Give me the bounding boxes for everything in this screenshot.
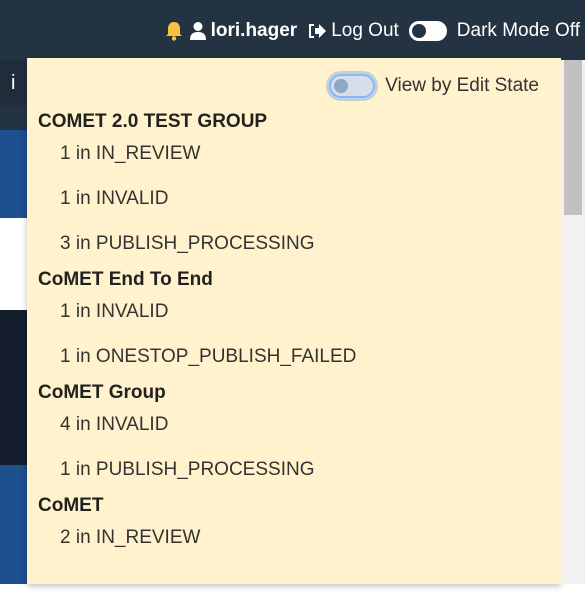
navbar-user-controls: lori.hager Log Out Dark Mode Off <box>165 18 580 44</box>
notifications-dropdown: View by Edit State COMET 2.0 TEST GROUP … <box>27 58 561 584</box>
user-icon <box>189 21 207 41</box>
page-banner-fragment <box>0 130 30 218</box>
group-item[interactable]: 1 in INVALID <box>38 300 561 324</box>
group-title: CoMET End To End <box>38 269 213 290</box>
group-title: CoMET <box>38 495 104 516</box>
group-comet: CoMET 2 in IN_REVIEW <box>38 494 561 550</box>
group-item[interactable]: 1 in IN_REVIEW <box>38 142 561 166</box>
top-navbar: lori.hager Log Out Dark Mode Off <box>0 0 585 60</box>
view-by-edit-state-toggle[interactable] <box>329 74 376 98</box>
page-title-fragment: i <box>11 72 16 94</box>
group-item[interactable]: 1 in ONESTOP_PUBLISH_FAILED <box>38 345 561 369</box>
page-image-fragment <box>0 310 30 465</box>
dark-mode-toggle-knob <box>411 24 426 38</box>
scrollbar-thumb[interactable] <box>564 60 582 215</box>
group-item[interactable]: 1 in PUBLISH_PROCESSING <box>38 458 561 482</box>
page-scrollbar[interactable] <box>561 60 585 584</box>
page-banner-fragment-lower <box>0 465 30 595</box>
group-comet-2-test: COMET 2.0 TEST GROUP 1 in IN_REVIEW 1 in… <box>38 110 561 256</box>
bell-icon[interactable] <box>165 21 183 41</box>
group-item[interactable]: 1 in INVALID <box>38 187 561 211</box>
dark-mode-toggle[interactable] <box>408 21 447 41</box>
username[interactable]: lori.hager <box>211 20 298 42</box>
group-title: CoMET Group <box>38 382 166 403</box>
edit-state-toggle-knob <box>334 79 349 93</box>
logout-icon[interactable] <box>307 22 327 40</box>
group-comet-group: CoMET Group 4 in INVALID 1 in PUBLISH_PR… <box>38 381 561 482</box>
group-item[interactable]: 2 in IN_REVIEW <box>38 526 561 550</box>
group-item[interactable]: 3 in PUBLISH_PROCESSING <box>38 232 561 256</box>
group-title: COMET 2.0 TEST GROUP <box>38 111 268 132</box>
dark-mode-label: Dark Mode Off <box>456 20 580 41</box>
logout-link[interactable]: Log Out <box>331 20 399 42</box>
page-bottom-edge <box>0 584 585 595</box>
group-list: COMET 2.0 TEST GROUP 1 in IN_REVIEW 1 in… <box>38 110 561 571</box>
dropdown-header: View by Edit State <box>329 74 539 98</box>
group-comet-end-to-end: CoMET End To End 1 in INVALID 1 in ONEST… <box>38 268 561 369</box>
group-item[interactable]: 4 in INVALID <box>38 413 561 437</box>
view-by-edit-state-label: View by Edit State <box>385 75 539 96</box>
